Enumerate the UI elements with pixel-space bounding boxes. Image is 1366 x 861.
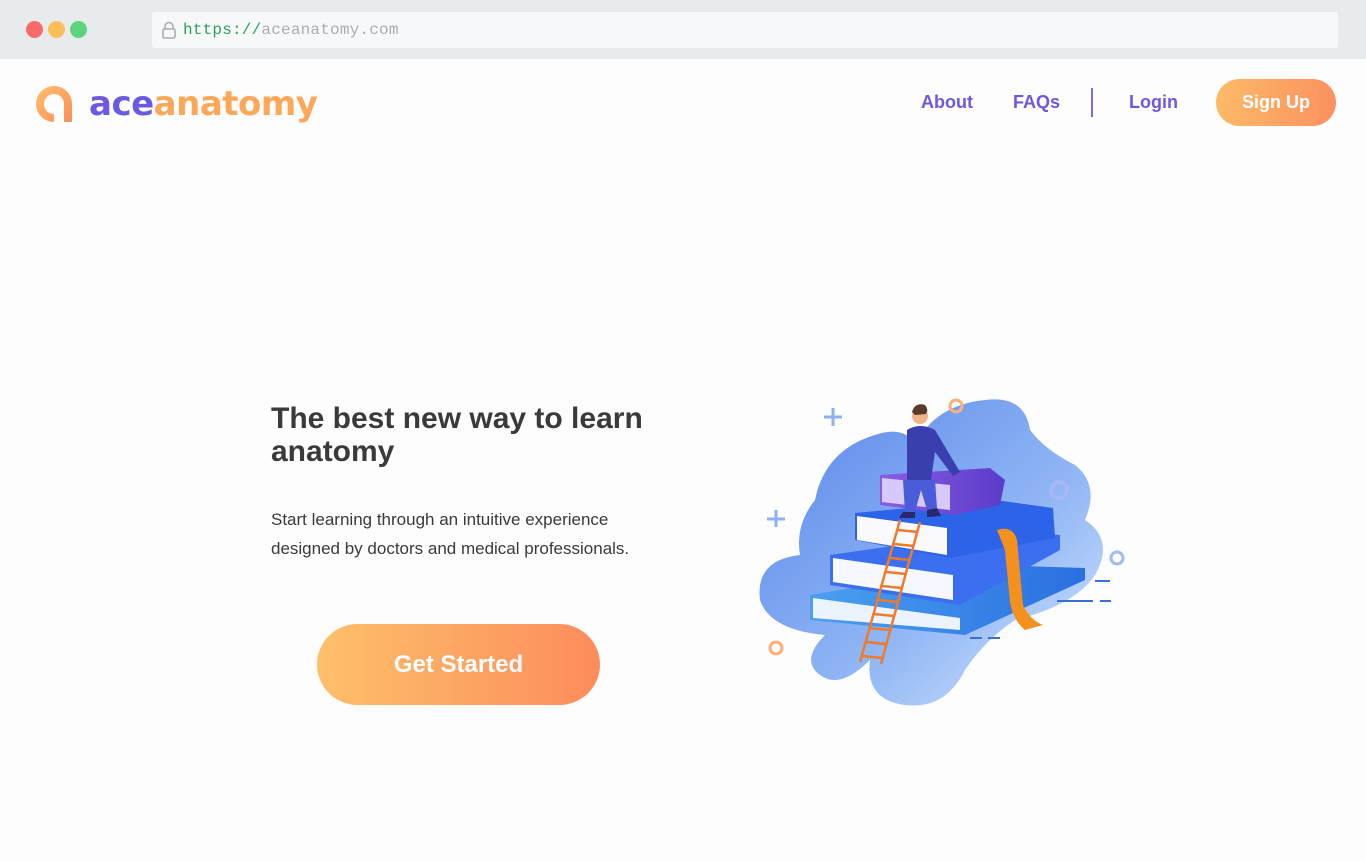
ring-decoration bbox=[768, 640, 784, 656]
url-text: https://aceanatomy.com bbox=[183, 21, 399, 39]
hero-illustration bbox=[759, 398, 1125, 706]
ring-decoration bbox=[1109, 550, 1125, 566]
nav-divider bbox=[1091, 88, 1093, 117]
nav-faqs-link[interactable]: FAQs bbox=[1013, 92, 1060, 113]
nav-about-link[interactable]: About bbox=[921, 92, 973, 113]
url-scheme: https:// bbox=[183, 21, 262, 39]
hero-title: The best new way to learn anatomy bbox=[271, 402, 643, 468]
lock-icon bbox=[162, 21, 176, 39]
url-host: aceanatomy.com bbox=[261, 21, 399, 39]
window-maximize-button[interactable] bbox=[70, 21, 87, 38]
get-started-button[interactable]: Get Started bbox=[317, 624, 600, 705]
nav-login-link[interactable]: Login bbox=[1129, 92, 1178, 113]
window-close-button[interactable] bbox=[26, 21, 43, 38]
plus-icon bbox=[767, 510, 785, 527]
signup-button[interactable]: Sign Up bbox=[1216, 79, 1336, 126]
browser-chrome: https://aceanatomy.com bbox=[0, 0, 1366, 59]
window-minimize-button[interactable] bbox=[48, 21, 65, 38]
plus-icon bbox=[824, 408, 842, 426]
main-nav: About FAQs Login Sign Up bbox=[0, 78, 1366, 126]
address-bar[interactable]: https://aceanatomy.com bbox=[152, 12, 1338, 48]
hero-subtitle: Start learning through an intuitive expe… bbox=[271, 510, 630, 558]
